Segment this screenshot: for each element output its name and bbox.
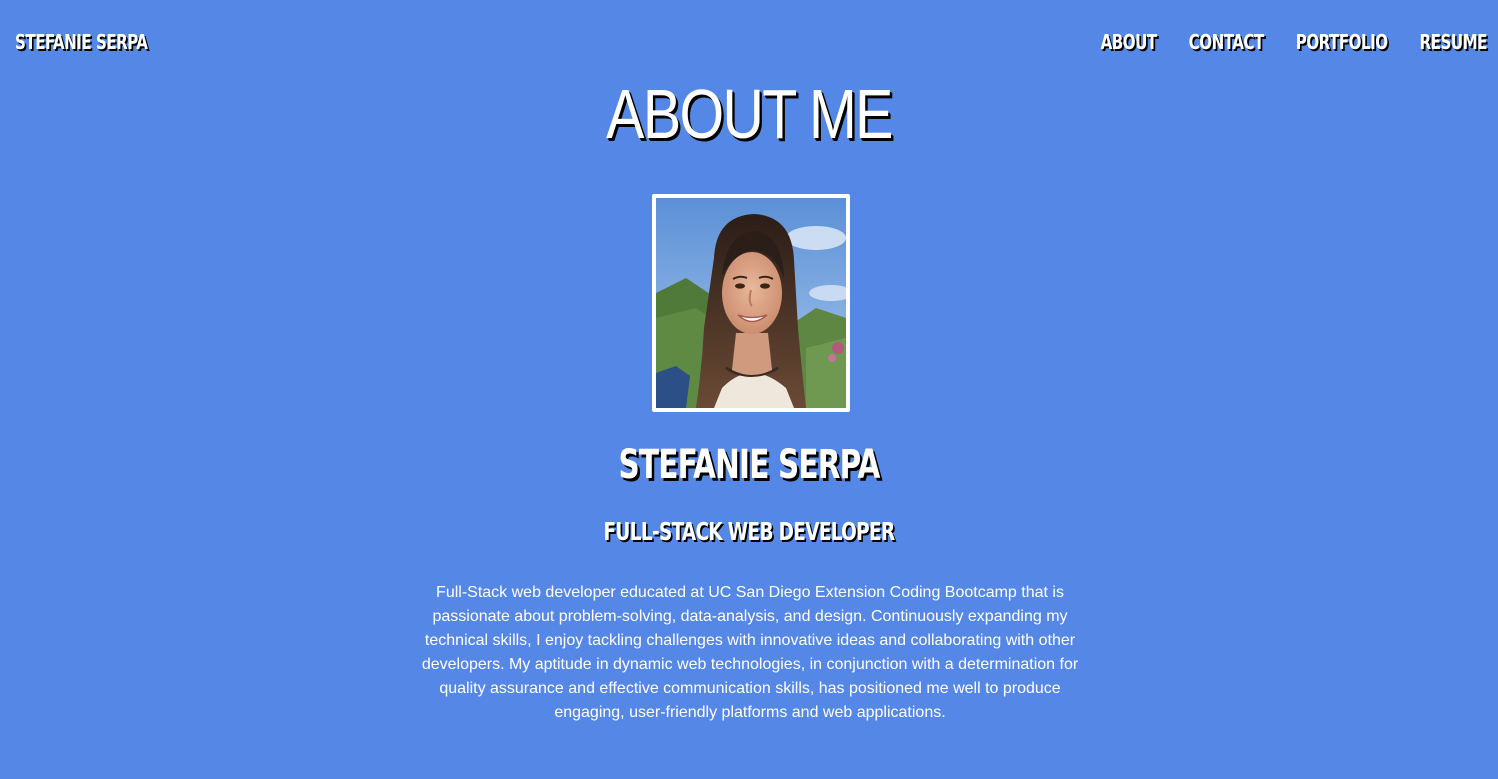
nav-menu: ABOUT CONTACT PORTFOLIO RESUME bbox=[1069, 29, 1488, 55]
nav-link-resume[interactable]: RESUME bbox=[1420, 29, 1488, 55]
brand-link[interactable]: STEFANIE SERPA bbox=[15, 29, 148, 55]
profile-name: STEFANIE SERPA bbox=[618, 442, 880, 488]
nav-link-about[interactable]: ABOUT bbox=[1101, 29, 1158, 55]
profile-bio: Full-Stack web developer educated at UC … bbox=[421, 584, 1079, 721]
page: STEFANIE SERPA ABOUT CONTACT PORTFOLIO R… bbox=[0, 0, 1498, 779]
profile-role: FULL-STACK WEB DEVELOPER bbox=[603, 517, 895, 546]
profile-photo-image bbox=[656, 198, 846, 408]
nav-link-contact[interactable]: CONTACT bbox=[1189, 29, 1265, 55]
page-title: ABOUT ME bbox=[606, 75, 893, 153]
profile-photo bbox=[652, 194, 850, 412]
nav-link-portfolio[interactable]: PORTFOLIO bbox=[1296, 29, 1388, 55]
